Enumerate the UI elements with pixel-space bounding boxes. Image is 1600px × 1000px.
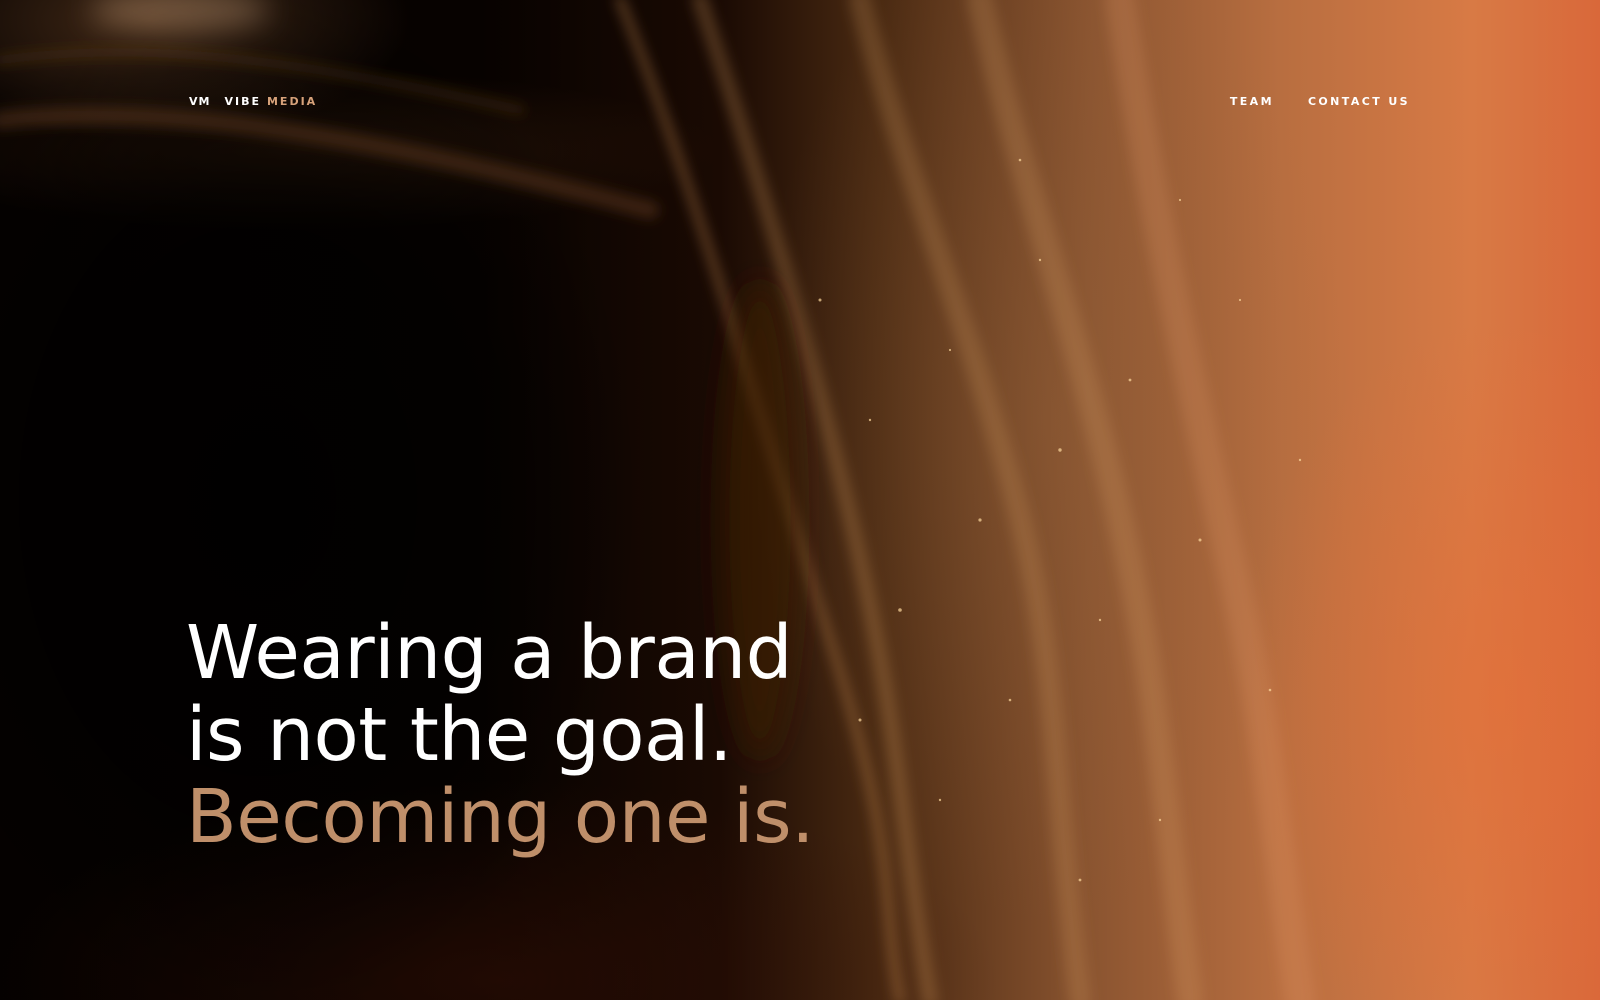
brand-name-accent: MEDIA	[266, 95, 318, 108]
brand-name-primary: VIBE	[224, 95, 261, 108]
brand-logo[interactable]: VM VIBE MEDIA	[189, 95, 317, 108]
hero-line-3: Becoming one is.	[186, 774, 815, 860]
hero-headline: Wearing a brand is not the goal. Becomin…	[186, 610, 815, 860]
nav-item-team[interactable]: TEAM	[1230, 95, 1274, 108]
logo-mark: VM	[189, 95, 211, 108]
nav-item-contact-us[interactable]: CONTACT US	[1308, 95, 1410, 108]
landing-page: VM VIBE MEDIA TEAM CONTACT US Wearing a …	[0, 0, 1600, 1000]
brand-name: VIBE MEDIA	[224, 95, 317, 108]
main-nav: TEAM CONTACT US	[1230, 95, 1410, 108]
hero-line-2: is not the goal.	[186, 692, 733, 778]
hero-line-1: Wearing a brand	[186, 610, 793, 696]
